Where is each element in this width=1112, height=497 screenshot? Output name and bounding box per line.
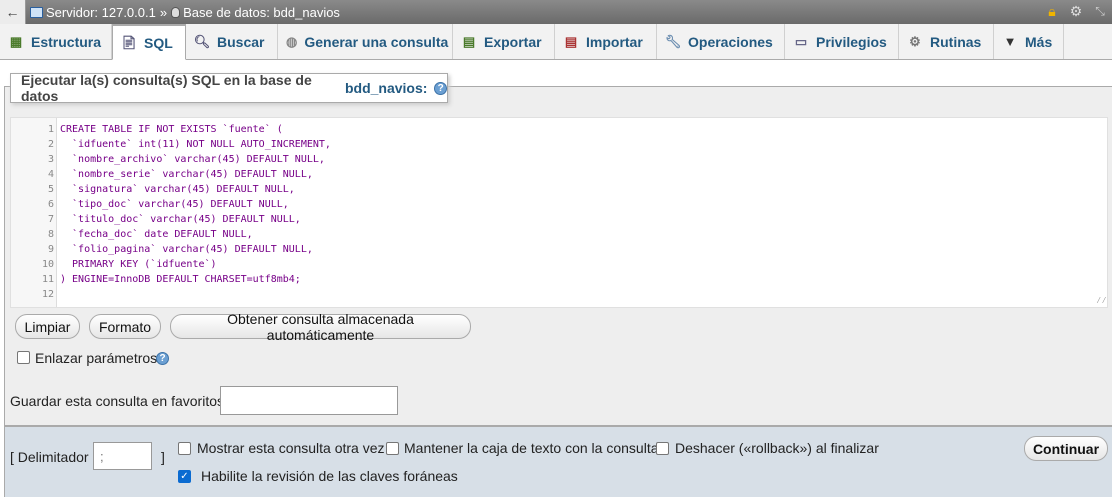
code-text: ) ENGINE=InnoDB DEFAULT CHARSET=utf8mb4; (60, 274, 301, 285)
line-number: 4 (47, 169, 54, 180)
line-number: 7 (47, 214, 54, 225)
continue-button[interactable]: Continuar (1024, 436, 1108, 461)
line-number: 9 (47, 244, 54, 255)
tab-label: SQL (144, 34, 173, 51)
breadcrumb-server[interactable]: Servidor: 127.0.0.1 (46, 5, 156, 20)
top-breadcrumb-bar: ← Servidor: 127.0.0.1 » Base de datos: b… (0, 0, 1112, 24)
bind-params-label[interactable]: Enlazar parámetros (35, 350, 157, 366)
rollback-checkbox[interactable] (656, 442, 669, 455)
show-query-again-checkbox[interactable] (178, 442, 191, 455)
keep-textbox-checkbox[interactable] (386, 442, 399, 455)
back-arrow-icon[interactable]: ← (0, 0, 26, 24)
import-icon: ▤ (564, 33, 578, 49)
tab-estructura[interactable]: ▦ Estructura (0, 24, 112, 59)
tab-label: Importar (586, 33, 643, 50)
code-text: `folio_pagina` varchar(45) DEFAULT NULL, (60, 244, 313, 255)
query-icon: ◍ (286, 33, 298, 49)
delimiter-value: ; (100, 449, 104, 464)
clear-button[interactable]: Limpiar (15, 314, 80, 339)
breadcrumb: Servidor: 127.0.0.1 » Base de datos: bdd… (30, 5, 340, 20)
line-number: 6 (47, 199, 54, 210)
code-text: PRIMARY KEY (`idfuente`) (60, 259, 217, 270)
tab-sql[interactable]: 📄︎ SQL (112, 24, 186, 60)
sql-icon: 📄︎ (120, 34, 138, 50)
sql-editor[interactable]: 1 CREATE TABLE IF NOT EXISTS `fuente` (2 … (10, 117, 1108, 308)
show-query-again-label[interactable]: Mostrar esta consulta otra vez (197, 440, 385, 456)
gear-icon[interactable]: ⚙ (1068, 3, 1084, 19)
format-button[interactable]: Formato (89, 314, 161, 339)
delimiter-close-label: ] (161, 449, 165, 465)
tab-label: Más (1025, 33, 1053, 50)
tab-label: Exportar (484, 33, 542, 50)
tab-mas[interactable]: ▼ Más (994, 24, 1064, 59)
foreign-key-checks-checkbox[interactable]: ✓ (178, 470, 191, 483)
rollback-label[interactable]: Deshacer («rollback») al finalizar (675, 440, 879, 456)
line-number: 5 (47, 184, 54, 195)
tab-label: Privilegios (816, 33, 887, 50)
line-number: 1 (47, 124, 54, 135)
breadcrumb-database[interactable]: Base de datos: bdd_navios (183, 5, 340, 20)
delimiter-open-label: [ Delimitador (10, 449, 89, 465)
tab-privilegios[interactable]: ▭ Privilegios (785, 24, 899, 59)
code-text: `nombre_serie` varchar(45) DEFAULT NULL, (60, 169, 313, 180)
legend-text: Ejecutar la(s) consulta(s) SQL en la bas… (21, 72, 312, 104)
structure-icon: ▦ (9, 33, 23, 49)
tab-rutinas[interactable]: ⚙ Rutinas (899, 24, 994, 59)
panel-legend: Ejecutar la(s) consulta(s) SQL en la bas… (10, 72, 448, 104)
line-number: 12 (41, 289, 54, 300)
foreign-key-checks-label[interactable]: Habilite la revisión de las claves forán… (201, 468, 458, 484)
wrench-icon: 🔧︎ (664, 33, 682, 49)
line-number: 2 (47, 139, 54, 150)
breadcrumb-separator: » (159, 4, 168, 20)
routines-icon: ⚙ (909, 33, 921, 49)
line-number: 3 (47, 154, 54, 165)
tab-bar: ▦ Estructura 📄︎ SQL 🔍︎ Buscar ◍ Generar … (0, 24, 1112, 60)
code-text: `fecha_doc` date DEFAULT NULL, (60, 229, 253, 240)
line-number: 8 (47, 229, 54, 240)
server-icon (30, 6, 43, 18)
export-icon: ▤ (462, 33, 476, 49)
code-text: `idfuente` int(11) NOT NULL AUTO_INCREME… (60, 139, 331, 150)
tab-buscar[interactable]: 🔍︎ Buscar (186, 24, 278, 59)
lock-icon[interactable]: 🔒︎ (1044, 3, 1060, 19)
delimiter-input[interactable]: ; (93, 442, 152, 470)
code-text: `tipo_doc` varchar(45) DEFAULT NULL, (60, 199, 289, 210)
resize-handle-icon[interactable]: ⁄⁄ (1096, 296, 1107, 306)
tab-label: Operaciones (688, 33, 773, 50)
favorite-name-input[interactable] (220, 386, 398, 415)
search-icon: 🔍︎ (193, 33, 211, 49)
save-favorite-label: Guardar esta consulta en favoritos: (10, 393, 228, 409)
chevron-down-icon: ▼ (1003, 34, 1017, 49)
code-text: `nombre_archivo` varchar(45) DEFAULT NUL… (60, 154, 325, 165)
code-text: CREATE TABLE IF NOT EXISTS `fuente` ( (60, 124, 283, 135)
help-icon[interactable]: ? (434, 81, 447, 95)
code-text: `titulo_doc` varchar(45) DEFAULT NULL, (60, 214, 301, 225)
code-text: `signatura` varchar(45) DEFAULT NULL, (60, 184, 295, 195)
database-icon (171, 6, 181, 18)
privileges-icon: ▭ (794, 33, 808, 49)
legend-database-name[interactable]: bdd_navios: (345, 80, 427, 96)
bottom-options-bar (4, 426, 1112, 497)
tab-importar[interactable]: ▤ Importar (555, 24, 657, 59)
tab-label: Rutinas (930, 33, 982, 50)
top-right-controls: 🔒︎ ⚙ ⤡ (1044, 3, 1108, 19)
line-number: 11 (41, 274, 54, 285)
tab-exportar[interactable]: ▤ Exportar (453, 24, 555, 59)
tab-label: Estructura (31, 33, 102, 50)
tab-label: Generar una consulta (304, 33, 449, 50)
bind-params-help-icon[interactable]: ? (156, 352, 169, 365)
tab-generar-consulta[interactable]: ◍ Generar una consulta (278, 24, 453, 59)
get-autosaved-query-button[interactable]: Obtener consulta almacenada automáticame… (170, 311, 471, 343)
keep-textbox-label[interactable]: Mantener la caja de texto con la consult… (404, 440, 659, 456)
line-number: 10 (41, 259, 54, 270)
tab-operaciones[interactable]: 🔧︎ Operaciones (657, 24, 785, 59)
tab-label: Buscar (217, 33, 265, 50)
bind-params-checkbox[interactable] (17, 351, 30, 364)
collapse-icon[interactable]: ⤡ (1092, 3, 1108, 19)
